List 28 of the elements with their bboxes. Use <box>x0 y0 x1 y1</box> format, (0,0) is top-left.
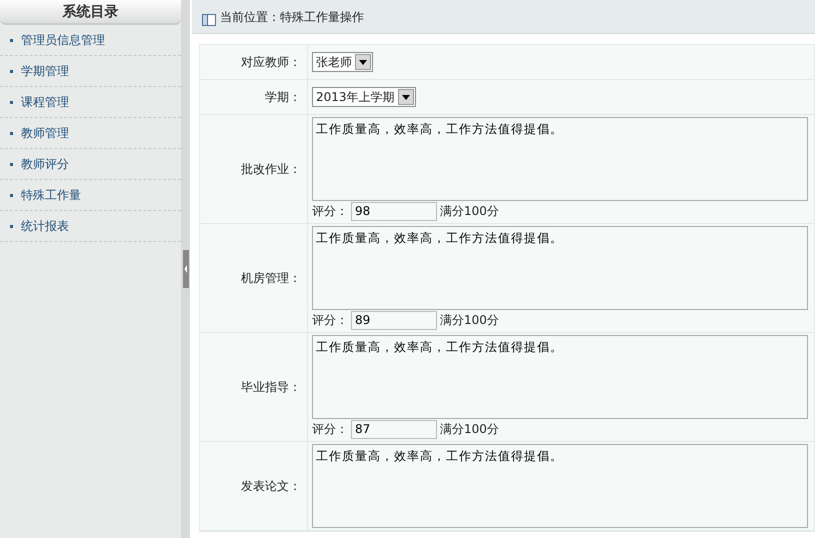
comment-field[interactable]: 工作质量高，效率高，工作方法值得提倡。 <box>312 444 808 528</box>
field-label: 批改作业： <box>200 115 308 223</box>
field-label: 毕业指导： <box>200 333 308 441</box>
comment-field[interactable]: 工作质量高，效率高，工作方法值得提倡。 <box>312 117 808 201</box>
score-field[interactable]: 87 <box>351 420 437 438</box>
sidebar-title: 系统目录 <box>0 0 181 25</box>
score-note: 满分100分 <box>440 312 499 329</box>
score-note: 满分100分 <box>440 203 499 220</box>
score-label: 评分： <box>312 421 348 438</box>
window-icon <box>202 14 216 26</box>
dropdown-arrow-icon[interactable] <box>359 60 367 64</box>
splitter-bar[interactable] <box>181 0 190 538</box>
field-label: 对应教师： <box>200 45 308 79</box>
breadcrumb-text: 当前位置：特殊工作量操作 <box>220 9 364 26</box>
comment-field[interactable]: 工作质量高，效率高，工作方法值得提倡。 <box>312 226 808 310</box>
score-field[interactable]: 89 <box>351 310 437 330</box>
select-field[interactable]: 2013年上学期 <box>312 87 416 107</box>
score-label: 评分： <box>312 312 348 329</box>
collapse-icon[interactable] <box>182 250 188 288</box>
score-field[interactable]: 98 <box>351 202 437 220</box>
dropdown-arrow-icon[interactable] <box>402 94 410 100</box>
select-field[interactable]: 张老师 <box>312 52 373 72</box>
score-note: 满分100分 <box>440 421 499 438</box>
field-label: 机房管理： <box>200 224 308 332</box>
field-label: 发表论文： <box>200 442 308 530</box>
comment-field[interactable]: 工作质量高，效率高，工作方法值得提倡。 <box>312 335 808 419</box>
field-label: 学期： <box>200 80 308 114</box>
score-label: 评分： <box>312 203 348 220</box>
